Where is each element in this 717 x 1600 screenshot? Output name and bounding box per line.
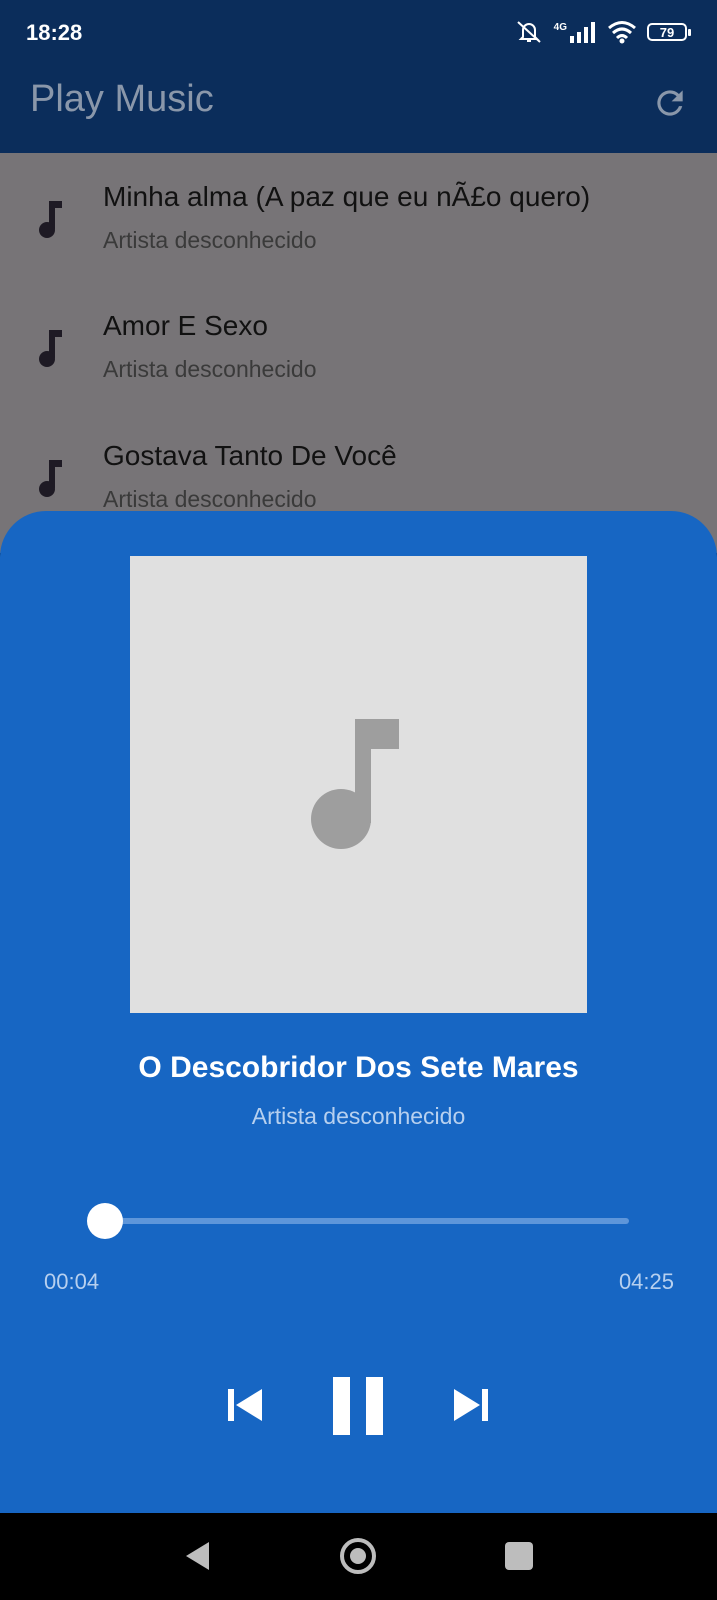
recents-icon[interactable] <box>505 1542 533 1570</box>
wifi-icon <box>608 21 636 44</box>
next-button[interactable] <box>446 1381 494 1429</box>
status-icons: 4G 79 <box>514 18 691 46</box>
pause-icon <box>333 1377 383 1435</box>
seek-thumb[interactable] <box>86 1203 123 1239</box>
pause-button[interactable] <box>322 1366 394 1446</box>
refresh-icon[interactable] <box>651 84 689 122</box>
music-note-icon <box>310 718 399 849</box>
now-playing-artist: Artista desconhecido <box>251 1103 466 1129</box>
song-list-item[interactable]: Amor E Sexo Artista desconhecido <box>0 282 717 402</box>
skip-previous-icon <box>228 1389 262 1421</box>
skip-next-icon <box>454 1389 488 1421</box>
status-bar: 18:28 4G 79 <box>0 0 717 64</box>
song-artist: Artista desconhecido <box>103 486 317 512</box>
now-playing-sheet: O Descobridor Dos Sete Mares Artista des… <box>0 511 717 1513</box>
back-icon[interactable] <box>183 1540 213 1572</box>
song-artist: Artista desconhecido <box>103 227 317 253</box>
song-list: Minha alma (A paz que eu nÃ£o quero) Art… <box>0 153 717 553</box>
now-playing-title: O Descobridor Dos Sete Mares <box>138 1051 579 1084</box>
status-time: 18:28 <box>26 20 83 45</box>
music-note-icon <box>39 201 62 238</box>
mute-icon <box>516 21 541 43</box>
current-time: 00:04 <box>44 1269 100 1294</box>
song-title: Amor E Sexo <box>103 310 268 341</box>
music-note-icon <box>39 330 62 367</box>
song-artist: Artista desconhecido <box>103 356 317 382</box>
app-title: Play Music <box>30 78 214 120</box>
song-list-item[interactable]: Minha alma (A paz que eu nÃ£o quero) Art… <box>0 153 717 273</box>
song-title: Minha alma (A paz que eu nÃ£o quero) <box>103 181 591 212</box>
seek-bar[interactable] <box>96 1218 629 1224</box>
album-art <box>130 556 587 1013</box>
song-title: Gostava Tanto De Você <box>103 440 397 471</box>
total-time: 04:25 <box>618 1269 674 1294</box>
music-note-icon <box>39 460 62 497</box>
home-icon[interactable] <box>339 1537 377 1575</box>
system-nav-bar <box>0 1513 717 1600</box>
app-bar: Play Music <box>0 64 717 153</box>
signal-icon <box>570 22 595 43</box>
previous-button[interactable] <box>222 1381 270 1429</box>
battery-icon: 79 <box>647 23 691 41</box>
network-type-label: 4G <box>553 21 567 33</box>
